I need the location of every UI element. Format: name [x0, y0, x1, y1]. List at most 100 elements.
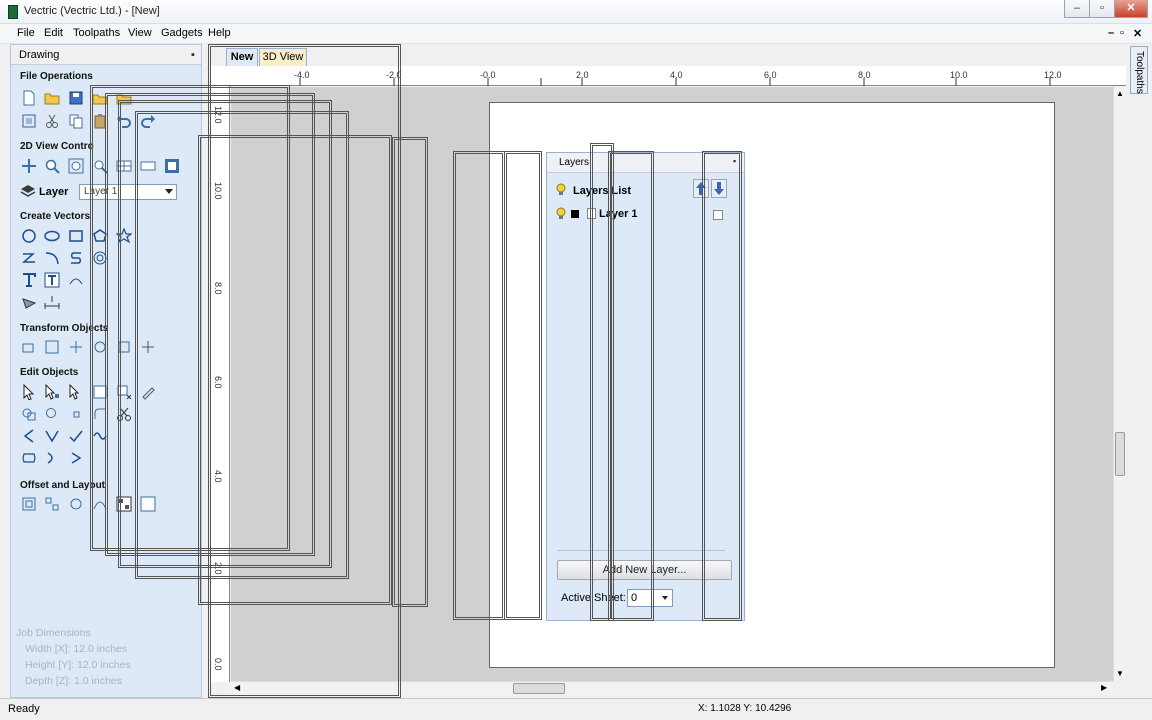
copy-along-vector-icon[interactable] [92, 496, 108, 512]
scroll-left-icon[interactable]: ◀ [234, 683, 240, 692]
menu-toolpaths[interactable]: Toolpaths [73, 27, 120, 39]
mdi-restore-button[interactable]: ▫ [1120, 27, 1124, 39]
active-sheet-value: 0 [631, 592, 638, 604]
mdi-close-button[interactable]: ✕ [1133, 27, 1142, 40]
menu-file[interactable]: File [17, 27, 35, 39]
transform-select-icon[interactable] [68, 384, 84, 400]
nest-parts-icon[interactable] [140, 496, 156, 512]
text-arc-icon[interactable] [68, 272, 84, 288]
new-file-icon[interactable] [21, 90, 37, 106]
scroll-down-icon[interactable]: ▼ [1116, 669, 1124, 678]
polyline-icon[interactable] [21, 250, 37, 266]
menu-gadgets[interactable]: Gadgets [161, 27, 203, 39]
pin-icon[interactable]: ▪ [733, 156, 736, 166]
subtract-icon[interactable] [44, 406, 60, 422]
vertical-scroll-thumb[interactable] [1115, 432, 1125, 476]
ruler-icon[interactable] [140, 158, 156, 174]
pin-icon[interactable]: ▪ [191, 49, 195, 61]
scissors-icon[interactable] [116, 406, 132, 422]
curve-icon[interactable] [68, 250, 84, 266]
move-icon[interactable] [21, 339, 37, 355]
horizontal-scroll-thumb[interactable] [513, 683, 565, 694]
node-edit-icon[interactable] [44, 384, 60, 400]
arc-icon[interactable] [44, 250, 60, 266]
tick-join-icon[interactable] [68, 428, 84, 444]
section-offset-layout: Offset and Layout [20, 480, 106, 491]
star-icon[interactable] [116, 228, 132, 244]
lightbulb-icon[interactable] [555, 183, 567, 197]
circle-icon[interactable] [21, 228, 37, 244]
layer-color-swatch[interactable] [571, 210, 579, 218]
open-folder-icon[interactable] [44, 90, 60, 106]
tab-3d-view[interactable]: 3D View [259, 48, 307, 66]
job-setup-icon[interactable] [21, 113, 37, 129]
intersect-icon[interactable] [68, 406, 84, 422]
rectangle-icon[interactable] [68, 228, 84, 244]
scroll-right-icon[interactable]: ▶ [1101, 683, 1107, 692]
rotate-icon[interactable] [92, 339, 108, 355]
trim-delete-icon[interactable] [116, 384, 132, 400]
layer-dropdown[interactable]: Layer 1 [79, 184, 177, 200]
undo-icon[interactable] [116, 113, 132, 129]
ellipse-icon[interactable] [44, 228, 60, 244]
paste-icon[interactable] [92, 113, 108, 129]
menu-help[interactable]: Help [208, 27, 231, 39]
polygon-icon[interactable] [92, 228, 108, 244]
move-layer-up-button[interactable] [693, 179, 709, 198]
minimize-button[interactable]: – [1064, 0, 1090, 18]
close-vector-icon[interactable] [21, 450, 37, 466]
select-icon[interactable] [21, 384, 37, 400]
save-icon[interactable] [68, 90, 84, 106]
measure-icon[interactable] [44, 294, 60, 310]
move-layer-down-button[interactable] [711, 179, 727, 198]
menu-view[interactable]: View [128, 27, 152, 39]
smooth-icon[interactable] [92, 428, 108, 444]
vertical-scrollbar[interactable]: ▲ ▼ [1113, 87, 1126, 681]
mdi-minimize-button[interactable]: – [1108, 27, 1114, 39]
zoom-selection-icon[interactable] [92, 158, 108, 174]
sheet-view-icon[interactable] [164, 158, 180, 174]
cut-icon[interactable] [44, 113, 60, 129]
zoom-extents-icon[interactable] [68, 158, 84, 174]
join-open-icon[interactable] [44, 450, 60, 466]
close-button[interactable]: ✕ [1114, 0, 1148, 18]
v-trim-icon[interactable] [44, 428, 60, 444]
redo-icon[interactable] [140, 113, 156, 129]
grid-icon[interactable] [116, 158, 132, 174]
scale-icon[interactable] [68, 339, 84, 355]
text-icon[interactable] [21, 272, 37, 288]
import-folder-icon[interactable] [116, 90, 132, 106]
lightbulb-icon[interactable] [555, 207, 567, 221]
menu-edit[interactable]: Edit [44, 27, 63, 39]
horizontal-scrollbar[interactable]: ◀ ▶ [231, 681, 1113, 695]
extend-icon[interactable] [21, 428, 37, 444]
array-copy-icon[interactable] [44, 496, 60, 512]
import-icon[interactable] [92, 90, 108, 106]
active-sheet-dropdown[interactable]: 0 [627, 589, 673, 607]
spiral-icon[interactable] [92, 250, 108, 266]
zoom-icon[interactable] [44, 158, 60, 174]
interactive-trim-icon[interactable] [92, 384, 108, 400]
join-icon[interactable] [68, 450, 84, 466]
distort-icon[interactable] [140, 339, 156, 355]
pen-edit-icon[interactable] [140, 384, 156, 400]
circular-array-icon[interactable] [68, 496, 84, 512]
offset-icon[interactable] [21, 496, 37, 512]
nesting-icon[interactable] [116, 496, 132, 512]
pan-icon[interactable] [21, 158, 37, 174]
list-item[interactable]: Layer 1 [551, 205, 741, 225]
add-new-layer-button[interactable]: Add New Layer... [557, 560, 732, 580]
mirror-icon[interactable] [116, 339, 132, 355]
restore-button[interactable]: ▫ [1089, 0, 1115, 18]
align-icon[interactable] [44, 339, 60, 355]
scroll-up-icon[interactable]: ▲ [1116, 89, 1124, 98]
layer-lock-icon[interactable] [587, 208, 596, 219]
text-on-curve-icon[interactable] [44, 272, 60, 288]
copy-icon[interactable] [68, 113, 84, 129]
tab-new[interactable]: New [226, 48, 258, 66]
layer-checkbox[interactable] [713, 210, 723, 220]
dimension-icon[interactable] [21, 294, 37, 310]
fillet-icon[interactable] [92, 406, 108, 422]
toolpaths-tab[interactable]: Toolpaths [1130, 46, 1148, 94]
weld-icon[interactable] [21, 406, 37, 422]
